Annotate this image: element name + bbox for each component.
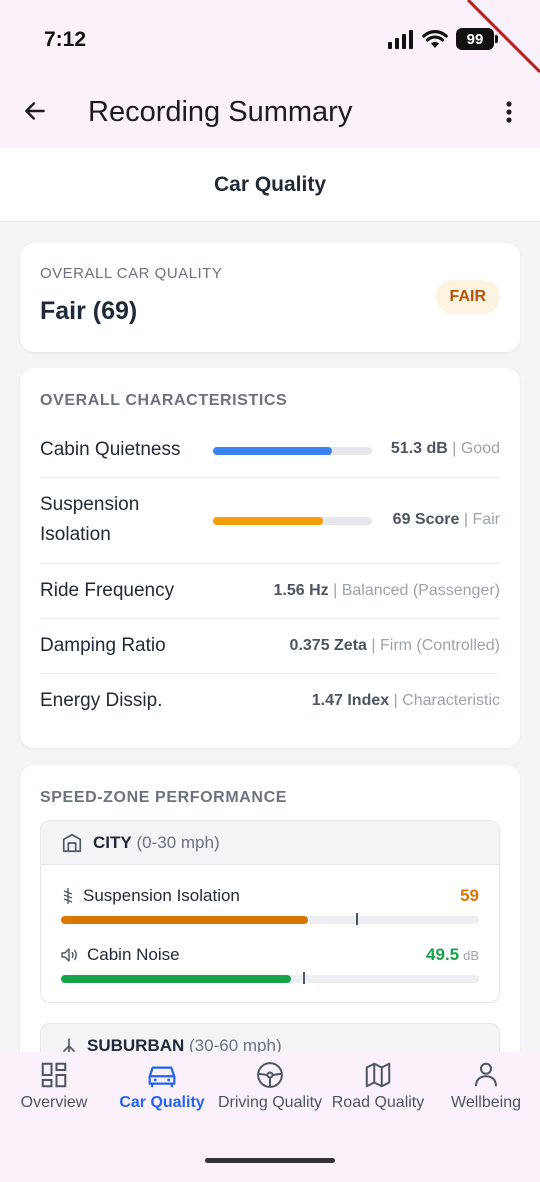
char-value: 69 Score | Fair <box>392 511 500 528</box>
home-indicator[interactable] <box>205 1158 335 1163</box>
status-bar: 7:12 99 <box>0 0 540 80</box>
char-label: Suspension Isolation <box>40 494 140 545</box>
char-value-rating: Fair <box>472 511 500 528</box>
nav-item-wellbeing[interactable]: Wellbeing <box>432 1052 540 1137</box>
characteristics-title: OVERALL CHARACTERISTICS <box>40 392 288 409</box>
suspension-icon <box>63 888 73 904</box>
overall-quality-card: OVERALL CAR QUALITY Fair (69) FAIR <box>20 243 520 352</box>
speaker-icon <box>61 948 77 962</box>
status-badge: FAIR <box>435 280 500 314</box>
car-icon <box>148 1066 176 1088</box>
char-row-energy-dissipation: Energy Dissip. 1.47 Index | Characterist… <box>40 674 500 729</box>
signal-icon <box>388 30 413 49</box>
metric-value: 49.5 dB <box>426 945 479 965</box>
person-icon <box>475 1062 497 1087</box>
page-title: Recording Summary <box>88 96 353 128</box>
char-row-ride-frequency: Ride Frequency 1.56 Hz | Balanced (Passe… <box>40 564 500 619</box>
nav-item-car-quality[interactable]: Car Quality <box>108 1052 216 1137</box>
char-value-rating: Firm (Controlled) <box>379 637 500 654</box>
speed-zone-card: SPEED-ZONE PERFORMANCE CITY (0-30 mph) S… <box>20 765 520 1083</box>
char-value-main: 0.375 Zeta <box>289 637 367 654</box>
metric-cabin-noise: Cabin Noise 49.5 dB <box>61 945 479 985</box>
home-indicator-area <box>0 1137 540 1182</box>
debug-banner-corner <box>466 0 540 74</box>
char-label: Cabin Quietness <box>40 439 181 460</box>
metric-label-text: Cabin Noise <box>87 945 180 964</box>
back-button[interactable] <box>18 94 52 128</box>
nav-label: Driving Quality <box>217 1094 323 1111</box>
app-bar: Recording Summary <box>0 80 540 148</box>
char-value-rating: Good <box>460 440 500 457</box>
metric-value: 59 <box>460 886 479 906</box>
char-value-main: 1.47 Index <box>311 692 390 709</box>
char-label: Ride Frequency <box>40 580 175 601</box>
nav-label: Car Quality <box>119 1094 205 1111</box>
steering-wheel-icon <box>257 1062 283 1088</box>
characteristics-card: OVERALL CHARACTERISTICS Cabin Quietness … <box>20 368 520 748</box>
section-header: Car Quality <box>0 148 540 222</box>
section-title: Car Quality <box>213 172 327 196</box>
metric-marker <box>303 972 306 984</box>
zone-header: CITY (0-30 mph) <box>41 821 499 865</box>
nav-label: Wellbeing <box>451 1094 521 1111</box>
metric-value-number: 59 <box>460 886 479 905</box>
overall-quality-label: OVERALL CAR QUALITY <box>40 265 223 282</box>
nav-label: Road Quality <box>331 1094 425 1111</box>
arrow-back-icon <box>25 102 45 120</box>
more-options-button[interactable] <box>494 94 524 130</box>
cabin-quietness-bar-fill <box>213 447 333 455</box>
zone-range: (0-30 mph) <box>136 832 220 852</box>
metric-value-number: 49.5 <box>426 945 460 964</box>
grid-icon <box>41 1062 67 1088</box>
metric-unit: dB <box>463 948 479 963</box>
speed-zone-title: SPEED-ZONE PERFORMANCE <box>40 789 287 806</box>
zone-name: CITY <box>93 832 132 852</box>
char-value-rating: Characteristic <box>402 692 500 709</box>
metric-label-text: Suspension Isolation <box>83 886 240 905</box>
metric-suspension-isolation: Suspension Isolation 59 <box>61 886 479 926</box>
nav-item-road-quality[interactable]: Road Quality <box>324 1052 432 1137</box>
zone-city[interactable]: CITY (0-30 mph) Suspension Isolation 59 <box>40 820 500 1003</box>
suspension-isolation-bar-fill <box>213 517 323 525</box>
nav-item-driving-quality[interactable]: Driving Quality <box>216 1052 324 1137</box>
wifi-icon <box>422 30 448 48</box>
char-value: 1.56 Hz | Balanced (Passenger) <box>273 582 501 599</box>
nav-item-overview[interactable]: Overview <box>0 1052 108 1137</box>
char-value-main: 1.56 Hz <box>273 582 329 599</box>
char-row-suspension-isolation: Suspension Isolation 69 Score | Fair <box>40 478 500 564</box>
metric-label: Cabin Noise <box>61 945 180 965</box>
building-icon <box>62 833 82 852</box>
char-value-rating: Balanced (Passenger) <box>341 582 500 599</box>
cabin-quietness-bar-track <box>213 447 372 455</box>
char-row-cabin-quietness: Cabin Quietness 51.3 dB | Good <box>40 422 500 478</box>
metric-track <box>61 972 479 984</box>
char-row-damping-ratio: Damping Ratio 0.375 Zeta | Firm (Control… <box>40 619 500 674</box>
char-label: Damping Ratio <box>40 635 166 656</box>
more-vert-icon <box>506 101 512 123</box>
overall-quality-value: Fair (69) <box>40 297 138 325</box>
status-time: 7:12 <box>44 28 87 51</box>
char-value-main: 51.3 dB <box>390 440 448 457</box>
map-icon <box>365 1062 391 1088</box>
metric-fill <box>61 916 308 924</box>
metric-track <box>61 913 479 925</box>
metric-fill <box>61 975 291 983</box>
metric-marker <box>355 913 358 925</box>
char-value-main: 69 Score <box>392 511 460 528</box>
char-value: 1.47 Index | Characteristic <box>311 692 500 709</box>
metric-label: Suspension Isolation <box>61 886 240 906</box>
nav-label: Overview <box>20 1094 88 1111</box>
bottom-navigation: Overview Car Quality Driving Quality Roa… <box>0 1052 540 1137</box>
char-value: 51.3 dB | Good <box>390 440 500 457</box>
suspension-isolation-bar-track <box>213 517 372 525</box>
char-label: Energy Dissip. <box>40 690 163 711</box>
char-value: 0.375 Zeta | Firm (Controlled) <box>289 637 500 654</box>
